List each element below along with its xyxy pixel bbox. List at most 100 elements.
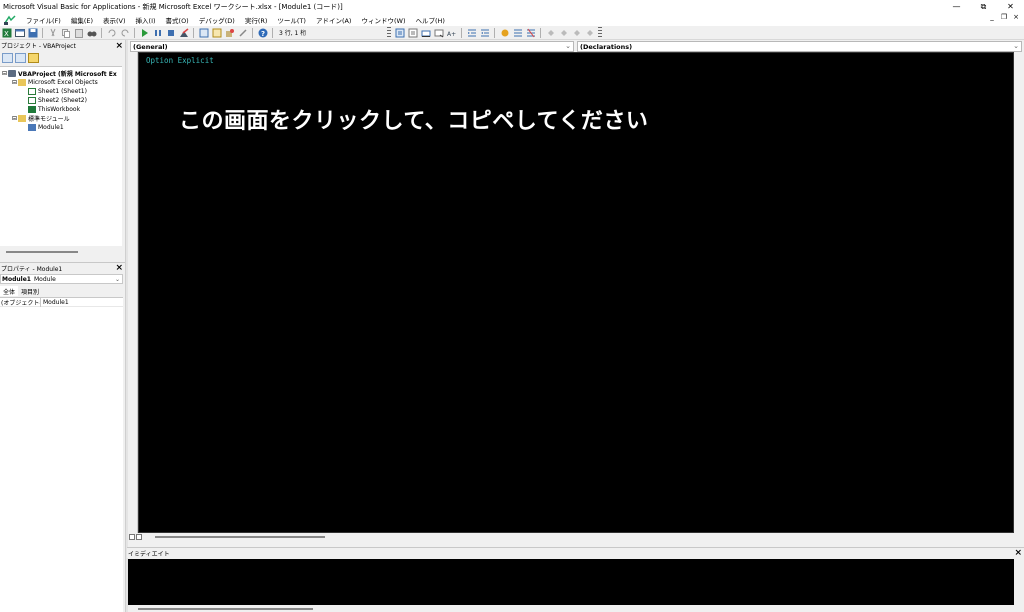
toolbar-separator <box>461 27 463 38</box>
tree-node-sheet1[interactable]: Sheet1 (Sheet1) <box>28 87 87 96</box>
find-icon[interactable] <box>86 27 97 38</box>
comment-block-icon[interactable] <box>512 27 523 38</box>
properties-object-select[interactable]: Module1 Module ⌄ <box>0 274 123 284</box>
immediate-hscroll-thumb[interactable] <box>138 608 313 610</box>
toolbox-icon[interactable] <box>237 27 248 38</box>
menu-window[interactable]: ウィンドウ(W) <box>356 15 410 25</box>
full-module-view-icon[interactable] <box>136 534 142 540</box>
tree-node-sheet2[interactable]: Sheet2 (Sheet2) <box>28 96 87 105</box>
procedure-combo[interactable]: (Declarations) ⌄ <box>577 41 1022 52</box>
menu-tools[interactable]: ツール(T) <box>272 15 311 25</box>
tree-node-vbaproject[interactable]: ⊟ VBAProject (新規 Microsoft Ex <box>2 69 117 78</box>
project-close-icon[interactable]: × <box>115 41 125 51</box>
project-toolbar <box>0 51 125 65</box>
mdi-restore-button[interactable]: ❐ <box>998 13 1010 21</box>
tree-node-excel-objects[interactable]: ⊟ Microsoft Excel Objects <box>12 78 98 87</box>
collapse-icon[interactable]: ⊟ <box>12 115 17 122</box>
parameter-info-icon[interactable] <box>433 27 444 38</box>
minimize-button[interactable]: — <box>943 0 970 13</box>
excel-app-icon[interactable] <box>3 14 17 25</box>
tab-category[interactable]: 項目別 <box>18 286 42 296</box>
code-editor[interactable]: Option Explicit この画面をクリックして、コピペしてください <box>138 52 1014 533</box>
property-key: (オブジェクト名) <box>1 297 41 307</box>
standard-toolbar: X ? 3 行, 1 桁 A+ <box>0 26 1024 40</box>
undo-icon[interactable] <box>106 27 117 38</box>
view-object-icon[interactable] <box>15 53 26 63</box>
toggle-breakpoint-icon[interactable] <box>499 27 510 38</box>
quick-info-icon[interactable] <box>420 27 431 38</box>
menu-addins[interactable]: アドイン(A) <box>311 15 357 25</box>
property-value[interactable]: Module1 <box>41 299 69 306</box>
toolbar-grip[interactable] <box>387 27 392 38</box>
tree-node-module1[interactable]: Module1 <box>28 123 64 132</box>
outdent-icon[interactable] <box>479 27 490 38</box>
immediate-pane-title: イミディエイト <box>128 550 170 558</box>
menu-format[interactable]: 書式(O) <box>161 15 194 25</box>
object-combo[interactable]: (General) ⌄ <box>130 41 574 52</box>
workbook-icon <box>28 106 36 113</box>
tree-node-thisworkbook[interactable]: ThisWorkbook <box>28 105 80 114</box>
tree-node-modules[interactable]: ⊟ 標準モジュール <box>12 114 70 123</box>
menu-debug[interactable]: デバッグ(D) <box>194 15 240 25</box>
view-excel-icon[interactable]: X <box>1 27 12 38</box>
break-icon[interactable] <box>152 27 163 38</box>
menu-edit[interactable]: 編集(E) <box>66 15 98 25</box>
toggle-bookmark-icon[interactable] <box>545 27 556 38</box>
mdi-minimize-button[interactable]: _ <box>986 13 998 21</box>
properties-row[interactable]: (オブジェクト名) Module1 <box>0 297 123 307</box>
project-hscroll-thumb[interactable] <box>6 251 78 253</box>
toolbar-grip-end[interactable] <box>598 27 603 38</box>
properties-close-icon[interactable]: × <box>115 263 125 273</box>
insert-userform-icon[interactable] <box>14 27 25 38</box>
cut-icon[interactable] <box>47 27 58 38</box>
menu-view[interactable]: 表示(V) <box>98 15 131 25</box>
code-hscroll-thumb[interactable] <box>155 536 325 538</box>
worksheet-icon <box>28 88 36 95</box>
restore-button[interactable]: ⧉ <box>970 0 997 13</box>
svg-text:A+: A+ <box>447 31 456 38</box>
view-code-icon[interactable] <box>2 53 13 63</box>
menu-help[interactable]: ヘルプ(H) <box>410 15 449 25</box>
menu-file[interactable]: ファイル(F) <box>21 15 66 25</box>
run-icon[interactable] <box>139 27 150 38</box>
close-button[interactable]: ✕ <box>997 0 1024 13</box>
toggle-folders-icon[interactable] <box>28 53 39 63</box>
toolbar-separator <box>134 27 135 38</box>
previous-bookmark-icon[interactable] <box>571 27 582 38</box>
code-margin[interactable] <box>128 52 138 533</box>
copy-icon[interactable] <box>60 27 71 38</box>
folder-icon <box>18 115 27 122</box>
save-icon[interactable] <box>27 27 38 38</box>
object-browser-icon[interactable] <box>224 27 235 38</box>
edit-list-properties-icon[interactable] <box>394 27 405 38</box>
svg-text:X: X <box>4 30 9 38</box>
properties-object-type: Module <box>33 275 56 283</box>
redo-icon[interactable] <box>119 27 130 38</box>
tab-all[interactable]: 全体 <box>0 286 19 296</box>
procedure-view-icon[interactable] <box>129 534 135 540</box>
folder-icon <box>18 79 27 86</box>
immediate-close-icon[interactable]: × <box>1014 548 1024 558</box>
help-icon[interactable]: ? <box>257 27 268 38</box>
menu-insert[interactable]: 挿入(I) <box>131 15 161 25</box>
immediate-vertical-scrollbar[interactable] <box>1014 559 1024 612</box>
project-explorer-icon[interactable] <box>198 27 209 38</box>
procedure-combo-value: (Declarations) <box>580 42 633 51</box>
properties-window-icon[interactable] <box>211 27 222 38</box>
code-vertical-scrollbar[interactable] <box>1014 52 1024 533</box>
list-constants-icon[interactable] <box>407 27 418 38</box>
paste-icon[interactable] <box>73 27 84 38</box>
collapse-icon[interactable]: ⊟ <box>12 79 17 86</box>
design-mode-icon[interactable] <box>178 27 189 38</box>
tree-label-sheet2: Sheet2 (Sheet2) <box>38 97 87 104</box>
uncomment-block-icon[interactable] <box>525 27 536 38</box>
next-bookmark-icon[interactable] <box>558 27 569 38</box>
reset-icon[interactable] <box>165 27 176 38</box>
complete-word-icon[interactable]: A+ <box>446 27 457 38</box>
clear-bookmarks-icon[interactable] <box>584 27 595 38</box>
immediate-window[interactable] <box>128 559 1014 605</box>
indent-icon[interactable] <box>466 27 477 38</box>
collapse-icon[interactable]: ⊟ <box>2 70 7 77</box>
mdi-close-button[interactable]: × <box>1010 13 1022 21</box>
menu-run[interactable]: 実行(R) <box>240 15 273 25</box>
